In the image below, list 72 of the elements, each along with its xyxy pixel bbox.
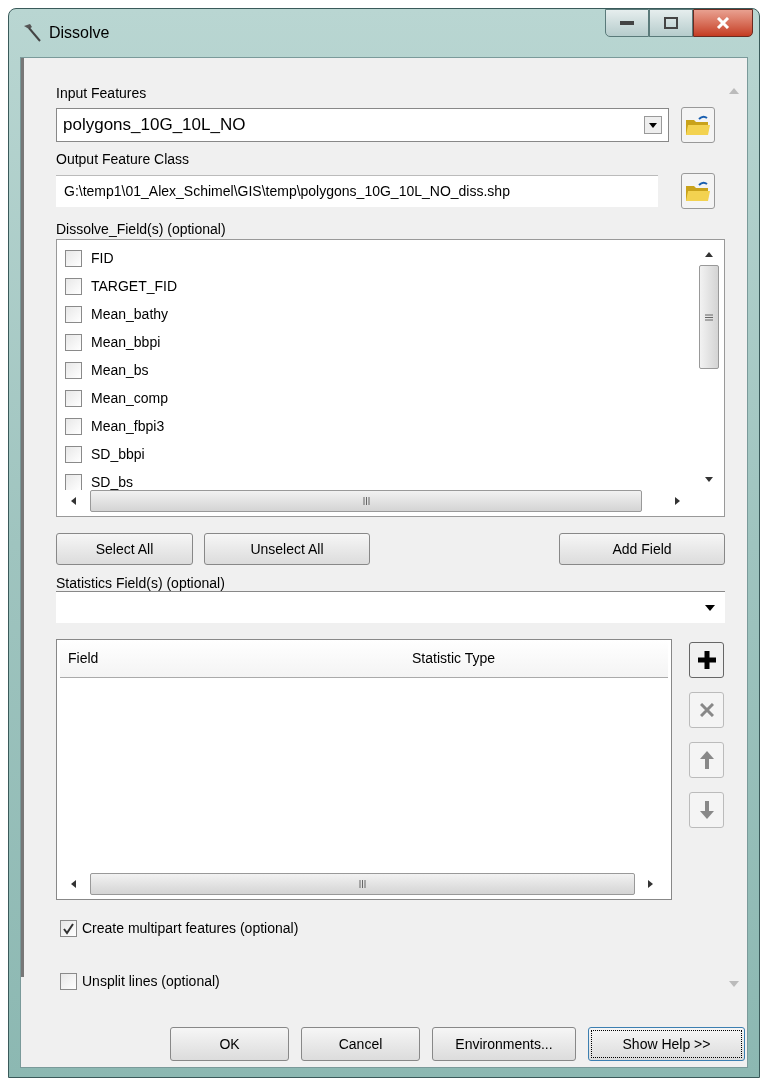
move-down-button[interactable]	[689, 792, 724, 828]
arrow-up-icon	[699, 751, 714, 769]
checkbox-label: Unsplit lines (optional)	[82, 972, 220, 991]
scroll-left-icon	[71, 497, 76, 505]
scroll-left-icon	[71, 880, 76, 888]
checkbox[interactable]	[65, 333, 82, 351]
scroll-right-icon	[675, 497, 680, 505]
input-features-combobox[interactable]: polygons_10G_10L_NO	[56, 108, 669, 142]
field-label: Input Features	[56, 84, 147, 101]
browse-button[interactable]	[681, 173, 715, 209]
scroll-up-icon	[729, 88, 739, 94]
scroll-thumb[interactable]	[90, 873, 635, 895]
checkbox[interactable]	[65, 277, 82, 295]
field-label: Dissolve_Field(s) (optional)	[56, 220, 226, 237]
close-icon	[699, 703, 714, 717]
field-name: TARGET_FID	[91, 276, 178, 296]
column-header[interactable]: Statistic Type	[412, 648, 495, 669]
statistics-dropdown[interactable]	[56, 591, 725, 623]
field-name: FID	[91, 248, 114, 268]
field-name: Mean_fbpi3	[91, 416, 165, 436]
output-path-field[interactable]: G:\temp1\01_Alex_Schimel\GIS\temp\polygons_10G_10L_NO_diss.shp	[56, 175, 658, 207]
field-name: Mean_bbpi	[91, 332, 161, 352]
checkbox[interactable]	[65, 473, 82, 490]
maximize-button[interactable]	[649, 9, 693, 37]
field-label: Statistics Field(s) (optional)	[56, 574, 225, 591]
checkbox[interactable]	[65, 249, 82, 267]
remove-button[interactable]	[689, 692, 724, 728]
dialog-button[interactable]: Cancel	[301, 1027, 420, 1061]
scroll-right-icon	[648, 880, 653, 888]
field-name: SD_bbpi	[91, 444, 145, 464]
move-up-button[interactable]	[689, 742, 724, 778]
folder-icon	[685, 114, 711, 136]
add-button[interactable]	[689, 642, 724, 678]
grip-icon	[359, 880, 366, 888]
checkbox[interactable]	[65, 361, 82, 379]
maximize-icon	[664, 17, 678, 29]
field-label: Output Feature Class	[56, 150, 190, 167]
minimize-button[interactable]	[605, 9, 649, 37]
grip-icon	[362, 497, 370, 505]
checkbox-label: Create multipart features (optional)	[82, 919, 299, 938]
browse-button[interactable]	[681, 107, 715, 143]
scroll-thumb[interactable]	[699, 265, 719, 369]
field-name: SD_bs	[91, 472, 134, 490]
grip-icon	[705, 313, 713, 321]
checkbox[interactable]	[65, 389, 82, 407]
dropdown-arrow-icon	[705, 604, 715, 611]
action-button[interactable]: Select All	[56, 533, 193, 565]
checkbox[interactable]	[65, 305, 82, 323]
action-button[interactable]: Add Field	[559, 533, 725, 565]
scroll-thumb[interactable]	[90, 490, 642, 512]
dialog-button[interactable]: Environments...	[432, 1027, 576, 1061]
field-name: Mean_bathy	[91, 304, 169, 324]
field-name: Mean_bs	[91, 360, 149, 380]
checkbox[interactable]	[60, 973, 77, 990]
close-icon	[716, 17, 730, 29]
dialog-button[interactable]: OK	[170, 1027, 289, 1061]
dialog-button[interactable]: Show Help >>	[588, 1027, 745, 1061]
checkbox[interactable]	[65, 445, 82, 463]
action-button[interactable]: Unselect All	[204, 533, 370, 565]
scroll-down-icon	[705, 477, 713, 482]
folder-icon	[685, 180, 711, 202]
field-name: Mean_comp	[91, 388, 169, 408]
checkbox[interactable]	[65, 417, 82, 435]
close-button[interactable]	[693, 9, 753, 37]
scroll-up-icon	[705, 252, 713, 257]
window-title: Dissolve	[49, 23, 110, 43]
plus-icon	[696, 650, 717, 670]
scroll-down-icon	[729, 981, 739, 987]
minimize-icon	[620, 21, 634, 25]
arrow-down-icon	[699, 801, 714, 819]
column-header[interactable]: Field	[68, 648, 412, 669]
checkbox[interactable]	[60, 920, 77, 937]
